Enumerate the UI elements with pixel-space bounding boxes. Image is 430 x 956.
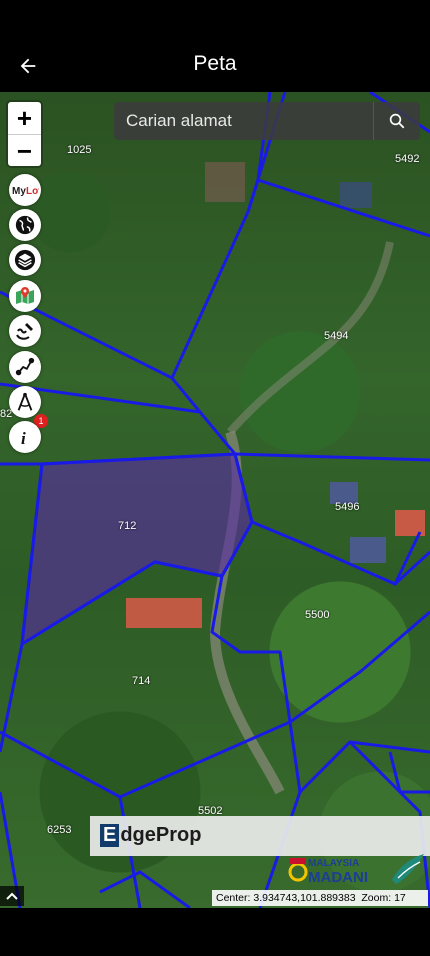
parcel-boundaries	[0, 92, 430, 908]
info-icon: i	[14, 426, 36, 448]
mylot-button[interactable]: My Lot	[9, 174, 41, 206]
edgeprop-logo-mark: E	[100, 824, 120, 847]
malaysia-madani-logo: MALAYSIA MADANI	[288, 858, 368, 886]
sketch-icon	[16, 323, 33, 340]
expand-button[interactable]	[0, 886, 24, 906]
zoom-value: 17	[394, 892, 406, 904]
zoom-in-button[interactable]: +	[8, 102, 41, 134]
edgeprop-logo: EdgeProp	[100, 824, 201, 847]
globe-icon	[15, 215, 35, 235]
lot-label: 5494	[324, 330, 349, 342]
measure-button[interactable]	[9, 351, 41, 383]
lot-label: 5492	[395, 153, 420, 165]
sketch-button[interactable]	[9, 315, 41, 347]
lot-label: 712	[118, 520, 137, 532]
layers-button[interactable]	[9, 244, 41, 276]
svg-text:My: My	[12, 186, 26, 197]
search-button[interactable]	[373, 102, 420, 140]
compass-draw-icon	[17, 392, 33, 411]
app-header: Peta	[0, 40, 430, 92]
map-view[interactable]: 1025 5492 5494 82 712 5496 5500 714 5502…	[0, 92, 430, 908]
layers-icon	[14, 249, 36, 271]
lot-label: 1025	[67, 144, 92, 156]
center-value: 3.934743,101.889383	[253, 892, 356, 904]
page-title: Peta	[193, 52, 237, 75]
map-pin-icon	[16, 287, 34, 304]
zoom-control: + −	[8, 102, 41, 166]
zoom-label: Zoom:	[361, 892, 392, 904]
bottom-bar	[0, 908, 430, 956]
edgeprop-banner[interactable]: EdgeProp	[90, 816, 430, 856]
zoom-out-button[interactable]: −	[8, 135, 41, 167]
lot-label: 714	[132, 675, 151, 687]
info-button[interactable]: i	[9, 421, 41, 453]
measure-icon	[15, 357, 35, 376]
map-center-readout: Center: 3.934743,101.889383 Zoom: 17	[212, 890, 428, 906]
mylot-icon: My Lot	[12, 186, 39, 197]
search-input[interactable]	[114, 102, 372, 140]
edgeprop-logo-text: dgeProp	[120, 824, 202, 846]
search-icon	[389, 113, 405, 129]
center-label: Center:	[216, 892, 251, 904]
lot-label: 5496	[335, 501, 360, 513]
lot-label: 5500	[305, 609, 330, 621]
svg-text:MADANI: MADANI	[308, 869, 368, 886]
status-bar	[0, 0, 430, 40]
map-pin-button[interactable]	[9, 280, 41, 312]
svg-text:MALAYSIA: MALAYSIA	[308, 858, 359, 869]
globe-button[interactable]	[9, 209, 41, 241]
ptm-logo	[392, 854, 424, 884]
lot-label: 6253	[47, 824, 72, 836]
address-search	[114, 102, 420, 140]
chevron-up-icon	[6, 892, 18, 900]
svg-text:i: i	[21, 429, 26, 448]
compass-draw-button[interactable]	[9, 386, 41, 418]
svg-text:Lot: Lot	[26, 186, 39, 197]
